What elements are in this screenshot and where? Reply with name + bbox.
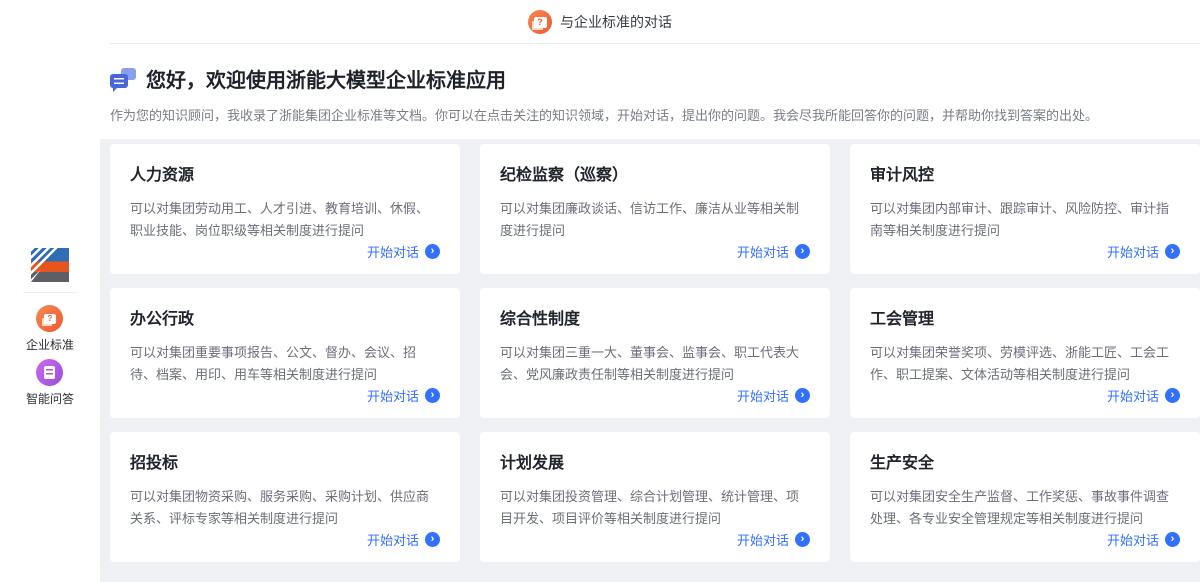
start-chat-link[interactable]: 开始对话 › <box>1107 530 1180 549</box>
card-grid: 人力资源 可以对集团劳动用工、人才引进、教育培训、休假、职业技能、岗位职级等相关… <box>110 144 1200 562</box>
card-description: 可以对集团三重一大、董事会、监事会、职工代表大会、党风廉政责任制等相关制度进行提… <box>500 342 810 386</box>
welcome-title: 您好，欢迎使用浙能大模型企业标准应用 <box>146 64 506 93</box>
enterprise-standard-chat-icon: ? <box>528 10 552 34</box>
card-title: 计划发展 <box>500 449 810 473</box>
card-title: 纪检监察（巡察） <box>500 161 810 185</box>
topic-card[interactable]: 工会管理 可以对集团荣誉奖项、劳模评选、浙能工匠、工会工作、职工提案、文体活动等… <box>850 288 1200 418</box>
sidebar-nav: ? 企业标准 智能问答 <box>0 248 100 413</box>
arrow-right-icon: › <box>425 388 440 403</box>
main-content: 您好，欢迎使用浙能大模型企业标准应用 作为您的知识顾问，我收录了浙能集团企业标准… <box>100 44 1200 582</box>
start-chat-link[interactable]: 开始对话 › <box>367 386 440 405</box>
start-chat-label: 开始对话 <box>1107 242 1159 261</box>
arrow-right-icon: › <box>795 244 810 259</box>
card-title: 审计风控 <box>870 161 1180 185</box>
card-title: 综合性制度 <box>500 305 810 329</box>
card-title: 招投标 <box>130 449 440 473</box>
arrow-right-icon: › <box>425 244 440 259</box>
sidebar-item-smart-qa[interactable]: 智能问答 <box>26 359 74 407</box>
card-description: 可以对集团投资管理、综合计划管理、统计管理、项目开发、项目评价等相关制度进行提问 <box>500 486 810 530</box>
start-chat-link[interactable]: 开始对话 › <box>737 530 810 549</box>
sidebar-item-label: 企业标准 <box>26 336 74 353</box>
start-chat-link[interactable]: 开始对话 › <box>737 386 810 405</box>
app-page: ? 与企业标准的对话 ? 企业标准 智能问答 <box>0 0 1200 582</box>
start-chat-label: 开始对话 <box>1107 530 1159 549</box>
arrow-right-icon: › <box>1165 388 1180 403</box>
question-mark-glyph: ? <box>44 314 56 324</box>
start-chat-label: 开始对话 <box>367 530 419 549</box>
document-glyph <box>44 366 55 379</box>
topic-card[interactable]: 计划发展 可以对集团投资管理、综合计划管理、统计管理、项目开发、项目评价等相关制… <box>480 432 830 562</box>
start-chat-label: 开始对话 <box>367 386 419 405</box>
start-chat-label: 开始对话 <box>1107 386 1159 405</box>
logo-stripes <box>31 248 69 282</box>
start-chat-label: 开始对话 <box>737 242 789 261</box>
start-chat-link[interactable]: 开始对话 › <box>367 242 440 261</box>
card-title: 工会管理 <box>870 305 1180 329</box>
page-title: 与企业标准的对话 <box>560 12 672 32</box>
card-description: 可以对集团荣誉奖项、劳模评选、浙能工匠、工会工作、职工提案、文体活动等相关制度进… <box>870 342 1180 386</box>
start-chat-link[interactable]: 开始对话 › <box>1107 386 1180 405</box>
topic-card[interactable]: 纪检监察（巡察） 可以对集团廉政谈话、信访工作、廉洁从业等相关制度进行提问 开始… <box>480 144 830 274</box>
start-chat-label: 开始对话 <box>737 530 789 549</box>
topic-card[interactable]: 生产安全 可以对集团安全生产监督、工作奖惩、事故事件调查处理、各专业安全管理规定… <box>850 432 1200 562</box>
card-description: 可以对集团重要事项报告、公文、督办、会议、招待、档案、用印、用车等相关制度进行提… <box>130 342 440 386</box>
topic-card[interactable]: 人力资源 可以对集团劳动用工、人才引进、教育培训、休假、职业技能、岗位职级等相关… <box>110 144 460 274</box>
topic-card[interactable]: 办公行政 可以对集团重要事项报告、公文、督办、会议、招待、档案、用印、用车等相关… <box>110 288 460 418</box>
sidebar-item-label: 智能问答 <box>26 390 74 407</box>
question-mark-glyph: ? <box>534 17 547 28</box>
sidebar: ? 企业标准 智能问答 <box>0 0 100 582</box>
card-title: 人力资源 <box>130 161 440 185</box>
card-description: 可以对集团劳动用工、人才引进、教育培训、休假、职业技能、岗位职级等相关制度进行提… <box>130 198 440 242</box>
welcome-description: 作为您的知识顾问，我收录了浙能集团企业标准等文档。你可以在点击关注的知识领域，开… <box>110 107 1180 125</box>
start-chat-link[interactable]: 开始对话 › <box>737 242 810 261</box>
arrow-right-icon: › <box>795 532 810 547</box>
card-description: 可以对集团安全生产监督、工作奖惩、事故事件调查处理、各专业安全管理规定等相关制度… <box>870 486 1180 530</box>
smart-qa-icon <box>36 359 63 386</box>
zheneng-logo <box>31 248 69 282</box>
chat-bubble-front <box>110 74 128 88</box>
chat-bubbles-icon <box>110 68 136 90</box>
sidebar-divider <box>23 292 77 293</box>
topic-card[interactable]: 招投标 可以对集团物资采购、服务采购、采购计划、供应商关系、评标专家等相关制度进… <box>110 432 460 562</box>
start-chat-link[interactable]: 开始对话 › <box>367 530 440 549</box>
enterprise-standard-icon: ? <box>36 305 63 332</box>
arrow-right-icon: › <box>1165 532 1180 547</box>
card-grid-section: 人力资源 可以对集团劳动用工、人才引进、教育培训、休假、职业技能、岗位职级等相关… <box>100 139 1200 582</box>
start-chat-label: 开始对话 <box>367 242 419 261</box>
card-description: 可以对集团内部审计、跟踪审计、风险防控、审计指南等相关制度进行提问 <box>870 198 1180 242</box>
welcome-section: 您好，欢迎使用浙能大模型企业标准应用 作为您的知识顾问，我收录了浙能集团企业标准… <box>100 44 1200 139</box>
card-description: 可以对集团物资采购、服务采购、采购计划、供应商关系、评标专家等相关制度进行提问 <box>130 486 440 530</box>
header-bar: ? 与企业标准的对话 <box>0 0 1200 44</box>
header-divider <box>110 43 1200 44</box>
topic-card[interactable]: 综合性制度 可以对集团三重一大、董事会、监事会、职工代表大会、党风廉政责任制等相… <box>480 288 830 418</box>
arrow-right-icon: › <box>1165 244 1180 259</box>
start-chat-link[interactable]: 开始对话 › <box>1107 242 1180 261</box>
card-title: 办公行政 <box>130 305 440 329</box>
card-title: 生产安全 <box>870 449 1180 473</box>
arrow-right-icon: › <box>425 532 440 547</box>
start-chat-label: 开始对话 <box>737 386 789 405</box>
sidebar-item-enterprise-standard[interactable]: ? 企业标准 <box>26 305 74 353</box>
arrow-right-icon: › <box>795 388 810 403</box>
card-description: 可以对集团廉政谈话、信访工作、廉洁从业等相关制度进行提问 <box>500 198 810 242</box>
topic-card[interactable]: 审计风控 可以对集团内部审计、跟踪审计、风险防控、审计指南等相关制度进行提问 开… <box>850 144 1200 274</box>
